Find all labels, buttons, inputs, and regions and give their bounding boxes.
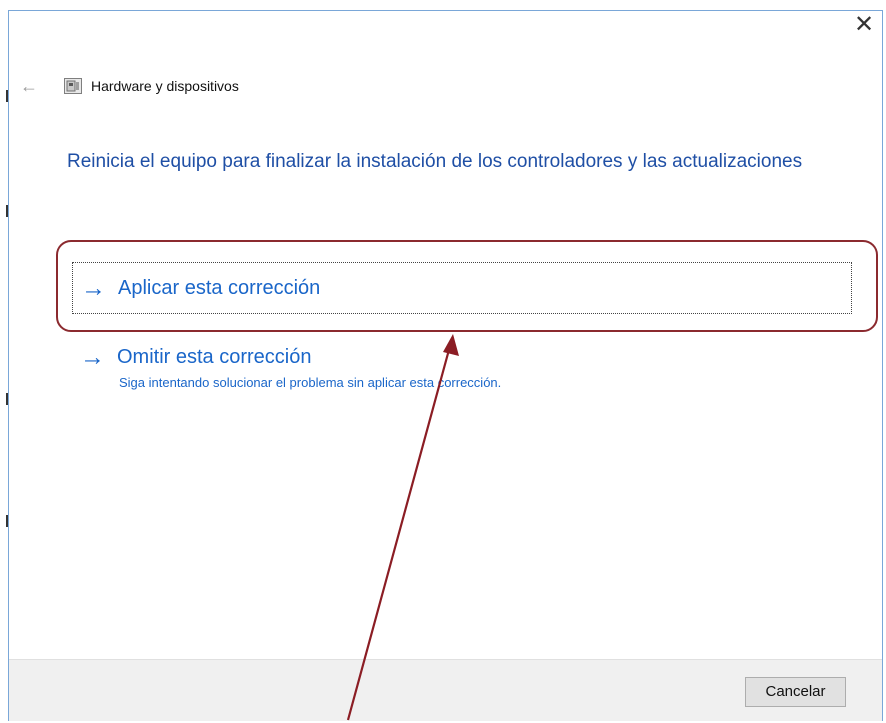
skip-fix-button[interactable]: → Omitir esta corrección Siga intentando… bbox=[80, 342, 780, 391]
skip-fix-description: Siga intentando solucionar el problema s… bbox=[119, 375, 502, 390]
apply-fix-button[interactable]: → Aplicar esta corrección bbox=[72, 262, 852, 314]
arrow-right-icon: → bbox=[81, 274, 106, 302]
page-heading: Reinicia el equipo para finalizar la ins… bbox=[67, 151, 803, 172]
arrow-right-icon: → bbox=[80, 343, 105, 371]
skip-fix-label: Omitir esta corrección bbox=[117, 345, 312, 368]
title-bar: ← Hardware y dispositivos bbox=[20, 75, 239, 97]
hardware-icon-graphic bbox=[64, 78, 82, 94]
window-title: Hardware y dispositivos bbox=[91, 78, 239, 94]
hardware-app-icon bbox=[64, 78, 82, 94]
cancel-button[interactable]: Cancelar bbox=[745, 677, 846, 707]
dialog-footer: Cancelar bbox=[9, 659, 882, 721]
back-arrow-icon[interactable]: ← bbox=[20, 76, 44, 97]
background-window-edge bbox=[0, 0, 9, 723]
close-button[interactable]: ✕ bbox=[852, 13, 876, 38]
apply-fix-label: Aplicar esta corrección bbox=[118, 276, 321, 299]
